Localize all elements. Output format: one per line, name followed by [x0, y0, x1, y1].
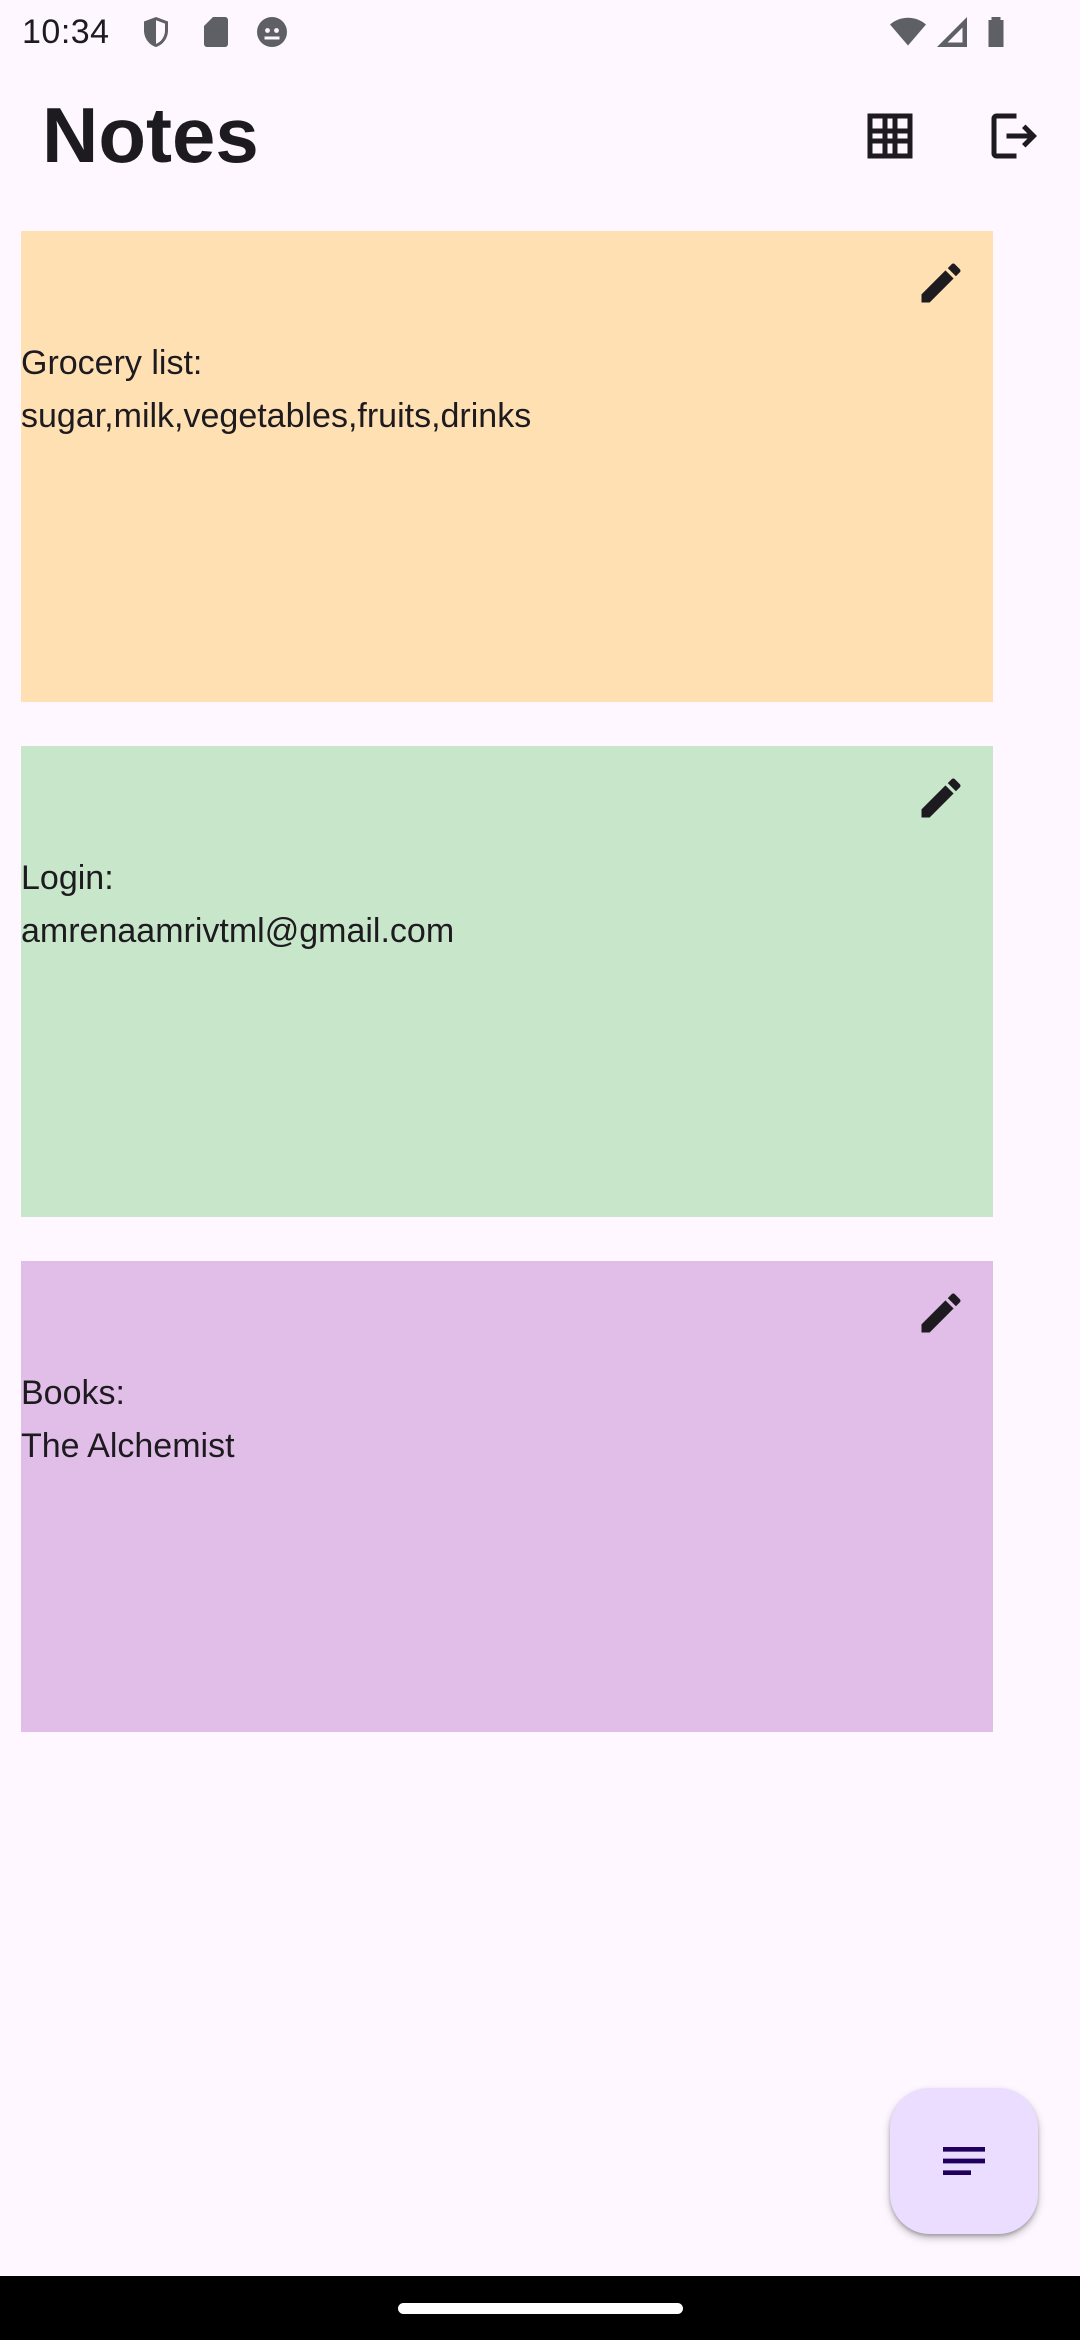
sort-icon	[943, 2147, 985, 2175]
edit-note-button[interactable]	[911, 253, 971, 313]
grid-view-icon	[867, 113, 913, 159]
logout-button[interactable]	[978, 100, 1050, 172]
wifi-icon	[890, 14, 926, 50]
note-card[interactable]: Login: amrenaamrivtml@gmail.com	[21, 746, 993, 1217]
home-gesture-handle[interactable]	[398, 2303, 683, 2314]
edit-note-button[interactable]	[911, 768, 971, 828]
note-card[interactable]: Grocery list: sugar,milk,vegetables,frui…	[21, 231, 993, 702]
edit-icon	[921, 263, 961, 303]
sd-card-icon	[198, 14, 234, 50]
note-text: Books: The Alchemist	[21, 1374, 235, 1465]
app-bar: Notes	[0, 70, 1080, 200]
status-time: 10:34	[22, 13, 110, 51]
shield-icon	[138, 14, 174, 50]
signal-icon	[934, 14, 970, 50]
status-bar: 10:34	[0, 0, 1080, 64]
sort-fab-button[interactable]	[890, 2088, 1038, 2234]
edit-icon	[921, 778, 961, 818]
note-text: Login: amrenaamrivtml@gmail.com	[21, 859, 455, 950]
page-title: Notes	[42, 91, 259, 179]
android-icon	[254, 14, 290, 50]
grid-view-button[interactable]	[854, 100, 926, 172]
navigation-bar	[0, 2276, 1080, 2340]
note-text: Grocery list: sugar,milk,vegetables,frui…	[21, 344, 532, 435]
battery-icon	[978, 14, 1014, 50]
logout-icon	[991, 113, 1037, 159]
edit-icon	[921, 1293, 961, 1333]
notes-list: Grocery list: sugar,milk,vegetables,frui…	[21, 231, 993, 1776]
edit-note-button[interactable]	[911, 1283, 971, 1343]
note-card[interactable]: Books: The Alchemist	[21, 1261, 993, 1732]
